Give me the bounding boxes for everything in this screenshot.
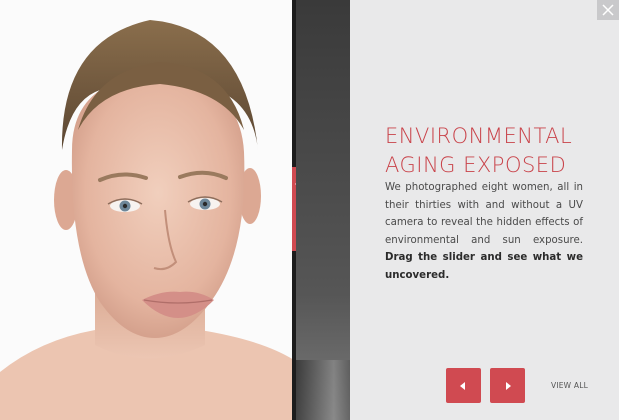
close-button[interactable] <box>597 0 619 20</box>
after-photo-shade <box>296 360 350 420</box>
previous-button[interactable] <box>446 368 481 403</box>
close-icon <box>602 4 614 16</box>
description-call-to-action: Drag the slider and see what we uncovere… <box>385 252 583 281</box>
description-text: We photographed eight women, all in thei… <box>385 179 583 284</box>
page-title: ENVIRONMENTAL AGING EXPOSED <box>385 122 605 180</box>
next-button[interactable] <box>490 368 525 403</box>
title-line-2: AGING EXPOSED <box>385 153 567 177</box>
arrow-right-icon <box>506 382 511 390</box>
view-all-link[interactable]: VIEW ALL <box>551 381 588 390</box>
arrow-left-icon <box>460 382 465 390</box>
description-body: We photographed eight women, all in thei… <box>385 182 583 246</box>
before-photo <box>0 0 294 420</box>
after-photo-edge <box>296 0 350 420</box>
portrait-image <box>0 0 294 420</box>
title-line-1: ENVIRONMENTAL <box>385 124 573 148</box>
